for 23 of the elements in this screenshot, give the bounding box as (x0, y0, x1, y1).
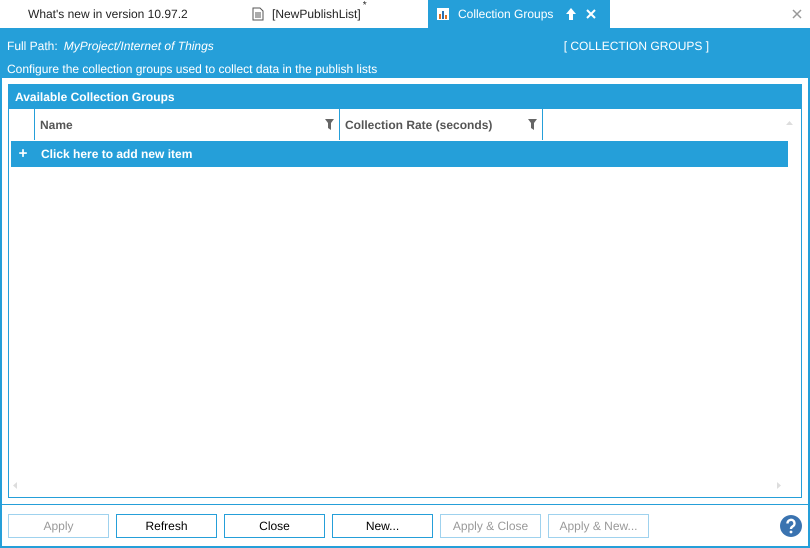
tab[interactable]: [NewPublishList] * (240, 0, 428, 28)
tab-label: [NewPublishList] (272, 6, 361, 23)
column-header[interactable]: Name (35, 109, 340, 140)
section-title: [ COLLECTION GROUPS ] (564, 38, 710, 55)
pin-icon[interactable] (565, 7, 578, 21)
column-header[interactable]: Collection Rate (seconds) (340, 109, 543, 140)
bar-chart-icon (436, 7, 450, 21)
tab[interactable]: What's new in version 10.97.2 (0, 0, 240, 28)
modified-mark: * (362, 1, 367, 11)
tab-label: Collection Groups (458, 6, 554, 23)
close-icon[interactable] (792, 9, 802, 19)
action-button[interactable]: New... (332, 514, 433, 538)
document-icon (252, 7, 264, 21)
action-button[interactable]: Refresh (116, 514, 217, 538)
path-value: MyProject/Internet of Things (64, 38, 215, 55)
path-label: Full Path: (7, 38, 58, 55)
panel-title: Available Collection Groups (9, 85, 801, 109)
tab-label: What's new in version 10.97.2 (28, 6, 188, 23)
description: Configure the collection groups used to collect data in the publish lists (7, 61, 378, 78)
filter-icon[interactable] (325, 119, 334, 130)
help-icon[interactable] (780, 514, 802, 536)
action-button[interactable]: Close (224, 514, 325, 538)
filter-icon[interactable] (528, 119, 537, 130)
